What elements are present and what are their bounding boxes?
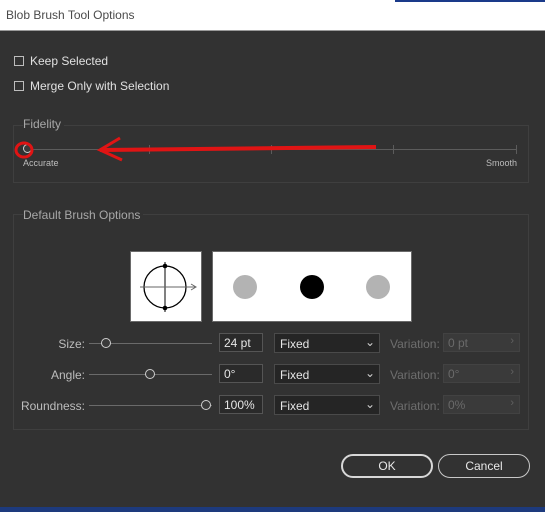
brush-size-dots [233,275,390,299]
keep-selected-option[interactable]: Keep Selected [14,54,108,68]
fidelity-max-label: Smooth [486,158,518,168]
cancel-button[interactable]: Cancel [438,454,530,478]
title-bar: Blob Brush Tool Options [0,0,545,31]
angle-preview[interactable] [130,251,202,322]
roundness-variation-value: 0% [448,398,466,412]
roundness-label: Roundness: [20,399,85,413]
angle-input[interactable]: 0° [219,364,263,383]
size-mode-select[interactable]: Fixed ⌄ [274,333,380,353]
brush-options-label: Default Brush Options [23,208,144,222]
chevron-down-icon: ⌄ [364,397,375,411]
size-slider-knob[interactable] [101,338,111,348]
roundness-mode-select[interactable]: Fixed ⌄ [274,395,380,415]
roundness-variation-input: 0% › [443,395,520,414]
angle-slider-knob[interactable] [145,369,155,379]
chevron-right-icon: › [510,397,514,409]
chevron-down-icon: ⌄ [364,366,375,380]
angle-mode-select[interactable]: Fixed ⌄ [274,364,380,384]
roundness-variation-label: Variation: [390,399,440,413]
merge-only-label: Merge Only with Selection [30,79,170,93]
chevron-right-icon: › [510,366,514,378]
fidelity-label: Fidelity [23,117,65,131]
taskbar-strip [0,507,545,512]
chevron-down-icon: ⌄ [364,335,375,349]
brush-size-preview [212,251,412,322]
roundness-slider-track[interactable] [89,405,212,406]
brush-angle-icon [140,262,197,312]
roundness-input[interactable]: 100% [219,395,263,414]
angle-mode-value: Fixed [280,368,310,382]
size-variation-label: Variation: [390,337,440,351]
fidelity-tick [516,145,517,154]
merge-only-option[interactable]: Merge Only with Selection [14,79,169,93]
keep-selected-label: Keep Selected [30,54,109,68]
angle-label: Angle: [50,368,85,382]
title-bar-accent [395,0,545,2]
size-input[interactable]: 24 pt [219,333,263,352]
window-title: Blob Brush Tool Options [6,8,135,22]
red-arrow-annotation [14,136,377,162]
size-variation-value: 0 pt [448,336,469,350]
ok-button[interactable]: OK [341,454,433,478]
roundness-mode-value: Fixed [280,399,310,413]
merge-only-checkbox[interactable] [14,81,24,91]
size-label: Size: [58,337,85,351]
angle-variation-value: 0° [448,367,460,381]
size-variation-input: 0 pt › [443,333,520,352]
angle-variation-label: Variation: [390,368,440,382]
chevron-right-icon: › [510,335,514,347]
size-mode-value: Fixed [280,337,310,351]
keep-selected-checkbox[interactable] [14,56,24,66]
roundness-slider-knob[interactable] [201,400,211,410]
angle-variation-input: 0° › [443,364,520,383]
